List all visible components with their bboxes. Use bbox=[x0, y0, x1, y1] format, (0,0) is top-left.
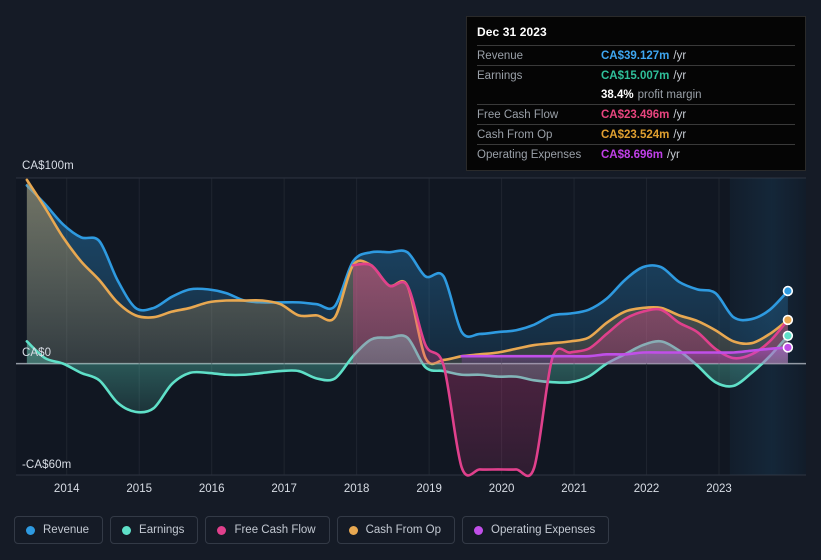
legend-color-dot-icon bbox=[348, 525, 358, 535]
tooltip-row-unit: /yr bbox=[667, 149, 680, 161]
chart-legend[interactable]: Revenue Earnings Free Cash Flow Cash From O… bbox=[14, 516, 610, 544]
tooltip-row: Free Cash Flow CA$23.496m/yr bbox=[477, 104, 795, 124]
tooltip-profit-margin-value: 38.4% bbox=[601, 89, 634, 101]
x-axis-tick-2019: 2019 bbox=[416, 483, 442, 495]
tooltip-row-value: CA$23.496m bbox=[601, 109, 670, 121]
x-axis-tick-2023: 2023 bbox=[706, 483, 732, 495]
tooltip-row-unit: /yr bbox=[673, 109, 687, 121]
legend-item-label: Free Cash Flow bbox=[234, 524, 316, 536]
legend-item-earnings[interactable]: Earnings bbox=[110, 516, 199, 544]
tooltip-row-label: Free Cash Flow bbox=[477, 109, 559, 121]
x-axis-tick-2020: 2020 bbox=[488, 483, 515, 495]
tooltip-row-value: CA$8.696m bbox=[601, 149, 664, 161]
tooltip-row: Revenue CA$39.127m/yr bbox=[477, 45, 795, 65]
x-axis-tick-2015: 2015 bbox=[126, 483, 152, 495]
tooltip-profit-margin-row: 38.4% profit margin bbox=[477, 85, 795, 104]
endpoint-marker-cash_from_op bbox=[782, 314, 794, 326]
y-axis-label-bottom: -CA$60m bbox=[22, 459, 72, 471]
tooltip-row: Cash From Op CA$23.524m/yr bbox=[477, 124, 795, 144]
legend-item-label: Cash From Op bbox=[365, 524, 442, 536]
tooltip-date: Dec 31 2023 bbox=[477, 25, 547, 39]
x-axis-tick-2018: 2018 bbox=[343, 483, 370, 495]
legend-item-cash-from-op[interactable]: Cash From Op bbox=[336, 516, 456, 544]
x-axis-tick-2014: 2014 bbox=[53, 483, 80, 495]
tooltip-row: Earnings CA$15.007m/yr bbox=[477, 65, 795, 85]
tooltip-row-label: Operating Expenses bbox=[477, 149, 582, 161]
x-axis-tick-2021: 2021 bbox=[561, 483, 587, 495]
tooltip-row: Operating Expenses CA$8.696m/yr bbox=[477, 144, 795, 164]
financial-chart-page: CA$100m CA$0 -CA$60m 2014 2015 2016 2017 201… bbox=[0, 0, 821, 560]
tooltip-row-label: Cash From Op bbox=[477, 129, 553, 141]
tooltip-profit-margin-label: profit margin bbox=[637, 89, 702, 101]
x-axis-tick-2017: 2017 bbox=[271, 483, 297, 495]
tooltip-row-unit: /yr bbox=[673, 50, 687, 62]
legend-item-label: Revenue bbox=[43, 524, 90, 536]
legend-item-free-cash-flow[interactable]: Free Cash Flow bbox=[205, 516, 330, 544]
legend-item-label: Operating Expenses bbox=[491, 524, 596, 536]
tooltip-row-unit: /yr bbox=[673, 70, 687, 82]
tooltip-row-label: Revenue bbox=[477, 50, 524, 62]
y-axis-label-zero: CA$0 bbox=[22, 347, 52, 359]
legend-color-dot-icon bbox=[217, 525, 227, 535]
tooltip-rows: Revenue CA$39.127m/yr Earnings CA$15.007m/y… bbox=[477, 45, 795, 164]
chart-tooltip: Dec 31 2023 Revenue CA$39.127m/yr Earnings… bbox=[466, 16, 806, 171]
tooltip-row-value: CA$23.524m bbox=[601, 129, 670, 141]
legend-color-dot-icon bbox=[26, 525, 35, 535]
x-axis: 2014 2015 2016 2017 2018 2019 2020 2021 2022 2023 bbox=[16, 483, 806, 503]
endpoint-marker-earnings bbox=[782, 330, 794, 341]
endpoint-marker-revenue bbox=[782, 285, 794, 297]
tooltip-row-label: Earnings bbox=[477, 70, 523, 82]
tooltip-row-unit: /yr bbox=[673, 129, 687, 141]
endpoint-marker-operating_expenses bbox=[782, 342, 794, 353]
legend-color-dot-icon bbox=[122, 525, 132, 535]
x-axis-tick-2022: 2022 bbox=[633, 483, 660, 495]
legend-item-revenue[interactable]: Revenue bbox=[14, 516, 104, 544]
x-axis-tick-2016: 2016 bbox=[198, 483, 225, 495]
legend-item-operating-expenses[interactable]: Operating Expenses bbox=[462, 516, 610, 544]
tooltip-row-value: CA$15.007m bbox=[601, 70, 670, 82]
y-axis-label-top: CA$100m bbox=[22, 160, 74, 172]
tooltip-row-value: CA$39.127m bbox=[601, 50, 670, 62]
legend-color-dot-icon bbox=[474, 525, 484, 535]
legend-item-label: Earnings bbox=[139, 524, 185, 536]
